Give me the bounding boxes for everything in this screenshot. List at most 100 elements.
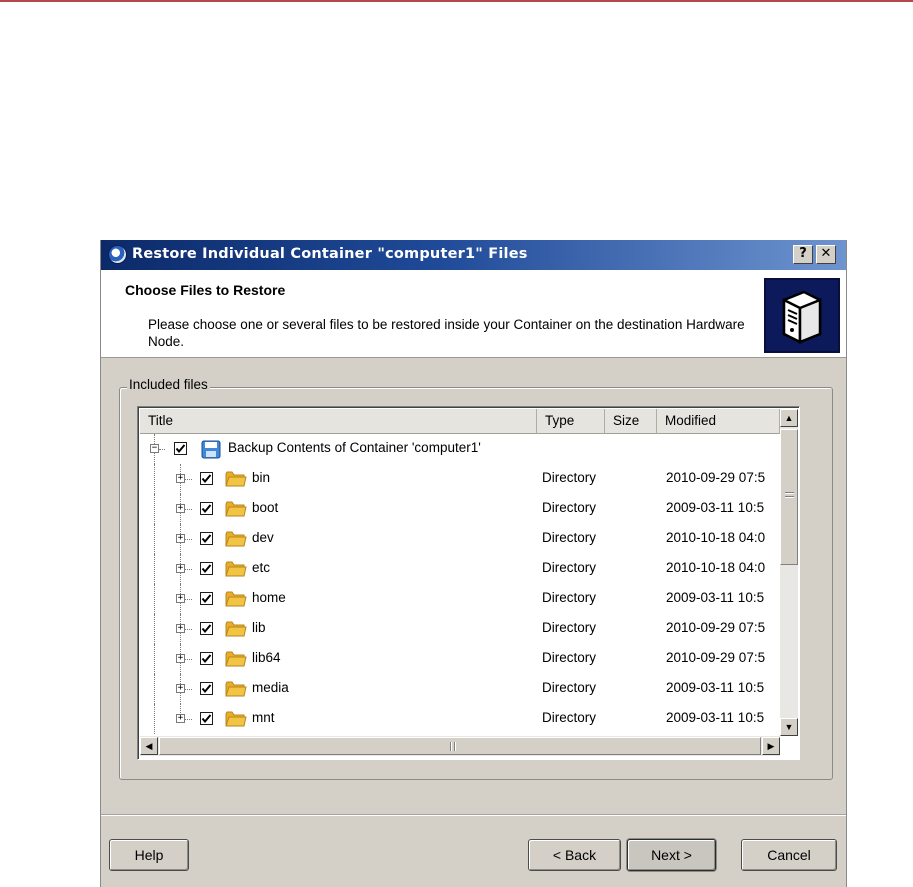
folder-icon: [225, 710, 247, 728]
expand-toggle[interactable]: +: [176, 624, 185, 633]
page-title: Choose Files to Restore: [125, 282, 286, 298]
folder-icon: [225, 530, 247, 548]
tree-connector: [154, 704, 155, 734]
row-title: lib: [252, 620, 266, 635]
table-row[interactable]: + home Directory 2009-03-11 10:5: [140, 584, 780, 614]
row-checkbox[interactable]: [200, 652, 213, 665]
row-checkbox[interactable]: [200, 562, 213, 575]
folder-icon: [225, 590, 247, 608]
title-help-button[interactable]: ?: [793, 245, 813, 264]
thumb-grip: [785, 496, 794, 498]
title-bar[interactable]: Restore Individual Container "computer1"…: [101, 240, 846, 270]
tree-connector: [185, 659, 192, 660]
tree-root-row[interactable]: − Backup Contents of Container 'computer…: [140, 434, 780, 464]
row-modified: 2009-03-11 10:5: [666, 590, 765, 605]
row-checkbox[interactable]: [200, 472, 213, 485]
row-type: Directory: [542, 530, 597, 545]
window-title: Restore Individual Container "computer1"…: [132, 246, 528, 262]
row-type: Directory: [542, 680, 597, 695]
column-header-title[interactable]: Title: [140, 409, 537, 434]
row-type: Directory: [542, 710, 597, 725]
row-modified: 2009-03-11 10:5: [666, 680, 765, 695]
table-row[interactable]: + etc Directory 2010-10-18 04:0: [140, 554, 780, 584]
table-row[interactable]: + boot Directory 2009-03-11 10:5: [140, 494, 780, 524]
column-header-size[interactable]: Size: [605, 409, 657, 434]
expand-toggle[interactable]: +: [176, 684, 185, 693]
row-checkbox[interactable]: [200, 592, 213, 605]
file-tree-list[interactable]: Title Type Size Modified − Backup Conten…: [137, 406, 800, 760]
folder-icon: [225, 680, 247, 698]
row-checkbox[interactable]: [200, 712, 213, 725]
table-row[interactable]: + bin Directory 2010-09-29 07:5: [140, 464, 780, 494]
row-checkbox[interactable]: [200, 532, 213, 545]
tree-connector: [185, 539, 192, 540]
row-modified: 2010-09-29 07:5: [666, 650, 766, 665]
table-row[interactable]: + mnt Directory 2009-03-11 10:5: [140, 704, 780, 734]
folder-icon: [225, 650, 247, 668]
tree-connector: [185, 569, 192, 570]
table-row[interactable]: + lib64 Directory 2010-09-29 07:5: [140, 644, 780, 674]
expand-toggle[interactable]: +: [176, 714, 185, 723]
title-close-button[interactable]: ✕: [816, 245, 836, 264]
vertical-scroll-thumb[interactable]: [780, 429, 798, 565]
cancel-button[interactable]: Cancel: [741, 839, 837, 871]
row-title: lib64: [252, 650, 281, 665]
row-type: Directory: [542, 500, 597, 515]
table-row[interactable]: + media Directory 2009-03-11 10:5: [140, 674, 780, 704]
column-header-type[interactable]: Type: [537, 409, 605, 434]
row-modified: 2010-10-18 04:0: [666, 560, 766, 575]
scroll-down-button[interactable]: ▼: [780, 718, 798, 736]
row-modified: 2009-03-11 10:5: [666, 710, 765, 725]
help-button[interactable]: Help: [109, 839, 189, 871]
row-checkbox[interactable]: [200, 622, 213, 635]
row-title: etc: [252, 560, 271, 575]
vertical-scrollbar[interactable]: ▲ ▼: [780, 409, 798, 736]
expand-toggle[interactable]: +: [176, 474, 185, 483]
server-icon: [764, 278, 840, 353]
row-type: Directory: [542, 560, 597, 575]
tree-connector: [154, 524, 155, 554]
tree-connector: [154, 464, 155, 494]
folder-icon: [225, 620, 247, 638]
button-bar-divider: [101, 814, 846, 815]
row-title: mnt: [252, 710, 275, 725]
column-header-modified[interactable]: Modified: [657, 409, 780, 434]
tree-connector: [185, 689, 192, 690]
page-top-rule: [0, 0, 913, 2]
tree-connector: [154, 674, 155, 704]
row-modified: 2010-09-29 07:5: [666, 620, 766, 635]
expand-toggle[interactable]: +: [176, 564, 185, 573]
root-label: Backup Contents of Container 'computer1': [228, 440, 481, 455]
root-checkbox[interactable]: [174, 442, 187, 455]
row-modified: 2009-03-11 10:5: [666, 500, 765, 515]
expand-toggle[interactable]: +: [176, 594, 185, 603]
row-title: home: [252, 590, 286, 605]
wizard-header: Choose Files to Restore Please choose on…: [101, 270, 846, 358]
folder-icon: [225, 560, 247, 578]
row-type: Directory: [542, 650, 597, 665]
expand-toggle[interactable]: +: [176, 654, 185, 663]
row-title: dev: [252, 530, 274, 545]
table-row[interactable]: + lib Directory 2010-09-29 07:5: [140, 614, 780, 644]
scroll-left-button[interactable]: ◀: [140, 737, 158, 755]
restore-dialog: Restore Individual Container "computer1"…: [100, 240, 847, 887]
back-button[interactable]: < Back: [528, 839, 621, 871]
thumb-grip: [785, 492, 794, 494]
expand-toggle[interactable]: +: [176, 534, 185, 543]
table-row[interactable]: + dev Directory 2010-10-18 04:0: [140, 524, 780, 554]
horizontal-scrollbar[interactable]: ◀ ▶: [140, 736, 780, 756]
tree-connector: [185, 479, 192, 480]
horizontal-scroll-thumb[interactable]: [159, 737, 761, 755]
scroll-up-button[interactable]: ▲: [780, 409, 798, 427]
row-type: Directory: [542, 470, 597, 485]
expand-toggle[interactable]: +: [176, 504, 185, 513]
tree-connector: [154, 554, 155, 584]
row-checkbox[interactable]: [200, 502, 213, 515]
collapse-toggle[interactable]: −: [150, 444, 159, 453]
tree-connector: [154, 614, 155, 644]
next-button[interactable]: Next >: [627, 839, 716, 871]
tree-rows: − Backup Contents of Container 'computer…: [140, 434, 780, 736]
row-checkbox[interactable]: [200, 682, 213, 695]
scroll-right-button[interactable]: ▶: [762, 737, 780, 755]
row-title: media: [252, 680, 289, 695]
